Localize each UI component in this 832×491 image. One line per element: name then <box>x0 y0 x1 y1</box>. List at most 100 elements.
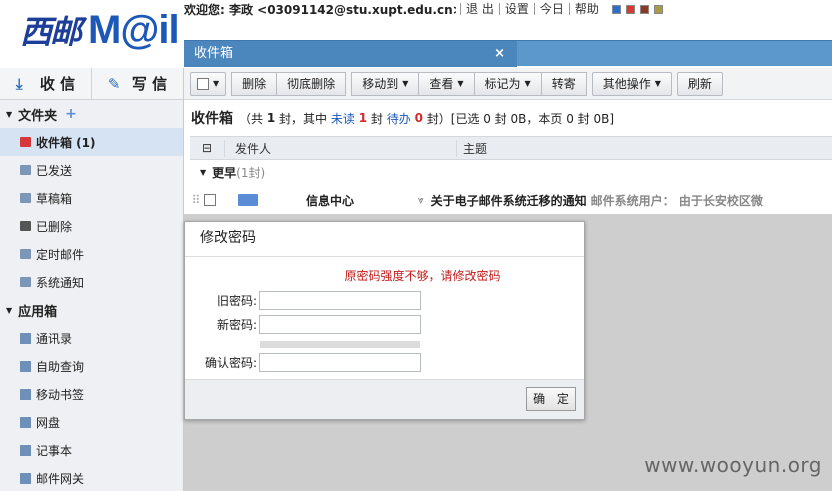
delete-group: 删除 彻底删除 <box>231 71 347 96</box>
settings-link[interactable]: 设置 <box>498 3 534 15</box>
purge-button[interactable]: 彻底删除 <box>277 71 347 96</box>
sidebar-item-deleted[interactable]: 已删除 <box>0 212 183 240</box>
total-count: 1 <box>266 111 276 125</box>
flag-column-icon[interactable]: ⊟ <box>190 141 224 155</box>
theme-red-swatch[interactable] <box>625 4 635 14</box>
theme-olive-swatch[interactable] <box>653 4 663 14</box>
logo-calligraphy: 西邮 <box>20 13 82 51</box>
view-label: 查看 <box>429 77 454 91</box>
logout-link[interactable]: 退 出 <box>460 3 499 15</box>
add-folder-icon[interactable]: + <box>65 106 77 122</box>
mail-logo: 西邮 M@il <box>20 6 180 54</box>
folders-header[interactable]: ▼ 文件夹 + <box>0 100 183 128</box>
sidebar-item-label: 移动书签 <box>36 387 85 402</box>
welcome-text: 欢迎您: 李政 <03091142@stu.xupt.edu.cn> <box>184 2 456 17</box>
column-from[interactable]: 发件人 <box>224 139 456 157</box>
triangle-down-icon: ▼ <box>6 109 13 119</box>
app-icon <box>20 332 31 344</box>
row-subject: 关于电子邮件系统迁移的通知 <box>430 193 587 208</box>
group-count: (1封) <box>236 165 266 180</box>
folders-header-label: 文件夹 <box>18 108 58 124</box>
todo-count: 0 <box>414 111 423 125</box>
mark-as-label: 标记为 <box>484 77 521 91</box>
help-link[interactable]: 帮助 <box>568 3 604 15</box>
table-row[interactable]: ⠿ 信息中心 ⩔ 关于电子邮件系统迁移的通知 邮件系统用户： 由于长安校区微 <box>190 186 832 214</box>
apps-header-label: 应用箱 <box>18 304 58 320</box>
sidebar-item-sent[interactable]: 已发送 <box>0 156 183 184</box>
logo-wordmark: M@il <box>88 7 180 52</box>
chevron-down-icon: ▼ <box>402 79 409 88</box>
summary-text: 封 <box>370 111 383 126</box>
sidebar-item-contacts[interactable]: 通讯录 <box>0 324 183 352</box>
sidebar-item-notices[interactable]: 系统通知 <box>0 268 183 296</box>
folder-icon <box>20 249 31 259</box>
row-sender: 信息中心 <box>306 193 355 208</box>
sidebar-item-scheduled[interactable]: 定时邮件 <box>0 240 183 268</box>
mail-toolbar: ▼ 删除 彻底删除 移动到 ▼ 查看 ▼ 标记为 ▼ 转寄 其他操作 ▼ 刷新 <box>184 68 832 100</box>
password-warning: 原密码强度不够，请修改密码 <box>344 269 501 283</box>
app-icon <box>20 388 31 400</box>
mark-as-button[interactable]: 标记为 ▼ <box>474 71 542 96</box>
group-label: 更早 <box>212 165 237 180</box>
theme-brown-swatch[interactable] <box>639 4 649 14</box>
app-icon <box>20 416 31 428</box>
sidebar-item-drafts[interactable]: 草稿箱 <box>0 184 183 212</box>
close-icon[interactable]: × <box>494 41 505 66</box>
theme-blue-swatch[interactable] <box>611 4 621 14</box>
row-preview: 邮件系统用户： 由于长安校区微 <box>590 193 763 208</box>
forward-button[interactable]: 转寄 <box>541 71 587 96</box>
folder-icon <box>20 165 31 175</box>
sidebar-item-label: 自助查询 <box>36 359 85 374</box>
sidebar-item-label: 收件箱 (1) <box>36 135 96 150</box>
receive-button[interactable]: ⤓ 收 信 <box>0 68 92 99</box>
view-button[interactable]: 查看 ▼ <box>419 71 475 96</box>
sidebar-item-label: 已发送 <box>36 163 73 178</box>
dialog-title: 修改密码 <box>185 222 584 257</box>
summary-text: （共 <box>239 111 264 126</box>
new-password-row: 新密码: <box>185 315 421 334</box>
column-subject[interactable]: 主题 <box>456 139 487 157</box>
folder-icon <box>20 193 31 203</box>
chevron-down-icon: ▼ <box>524 79 531 88</box>
sidebar-item-inbox[interactable]: 收件箱 (1) <box>0 128 183 156</box>
chevron-down-icon: ▼ <box>654 79 661 88</box>
sidebar-item-label: 邮件网关 <box>36 471 85 486</box>
tab-inbox[interactable]: 收件箱 × <box>184 41 517 67</box>
folder-icon <box>20 277 31 287</box>
confirm-password-field[interactable] <box>259 353 421 372</box>
more-actions-button[interactable]: 其他操作 ▼ <box>591 71 672 96</box>
compose-button[interactable]: ✎ 写 信 <box>92 68 183 99</box>
app-icon <box>20 472 31 484</box>
old-password-field[interactable] <box>259 291 421 310</box>
refresh-button[interactable]: 刷新 <box>676 71 723 96</box>
chevron-down-icon[interactable]: ⩔ <box>418 195 424 206</box>
sidebar-item-label: 定时邮件 <box>36 247 85 262</box>
unread-link[interactable]: 未读 <box>331 110 355 127</box>
top-bar: 欢迎您: 李政 <03091142@stu.xupt.edu.cn> 退 出 设… <box>184 0 663 18</box>
app-icon <box>20 360 31 372</box>
change-password-dialog: 修改密码 原密码强度不够，请修改密码 旧密码: 新密码: 确认密码: 确 定 <box>184 221 585 420</box>
sidebar-item-label: 草稿箱 <box>36 191 73 206</box>
row-checkbox[interactable] <box>204 194 216 206</box>
move-to-label: 移动到 <box>362 77 399 91</box>
date-group[interactable]: ▼ 更早 (1封) <box>190 160 832 184</box>
drag-handle-icon[interactable]: ⠿ <box>190 193 202 207</box>
sidebar-item-self-query[interactable]: 自助查询 <box>0 352 183 380</box>
apps-header[interactable]: ▼ 应用箱 <box>0 296 183 324</box>
delete-button[interactable]: 删除 <box>231 71 278 96</box>
today-link[interactable]: 今日 <box>533 3 569 15</box>
sidebar-item-label: 通讯录 <box>36 331 73 346</box>
more-actions-label: 其他操作 <box>602 77 651 91</box>
triangle-down-icon: ▼ <box>200 167 207 177</box>
sidebar-item-notepad[interactable]: 记事本 <box>0 436 183 464</box>
sidebar-item-gateway[interactable]: 邮件网关 <box>0 464 183 491</box>
sidebar-item-bookmarks[interactable]: 移动书签 <box>0 380 183 408</box>
todo-link[interactable]: 待办 <box>387 110 411 127</box>
confirm-button[interactable]: 确 定 <box>526 387 576 411</box>
sidebar-item-netdisk[interactable]: 网盘 <box>0 408 183 436</box>
tab-label: 收件箱 <box>194 46 234 61</box>
select-dropdown[interactable]: ▼ <box>190 71 227 96</box>
move-to-button[interactable]: 移动到 ▼ <box>351 71 420 96</box>
new-password-field[interactable] <box>259 315 421 334</box>
app-icon <box>20 444 31 456</box>
